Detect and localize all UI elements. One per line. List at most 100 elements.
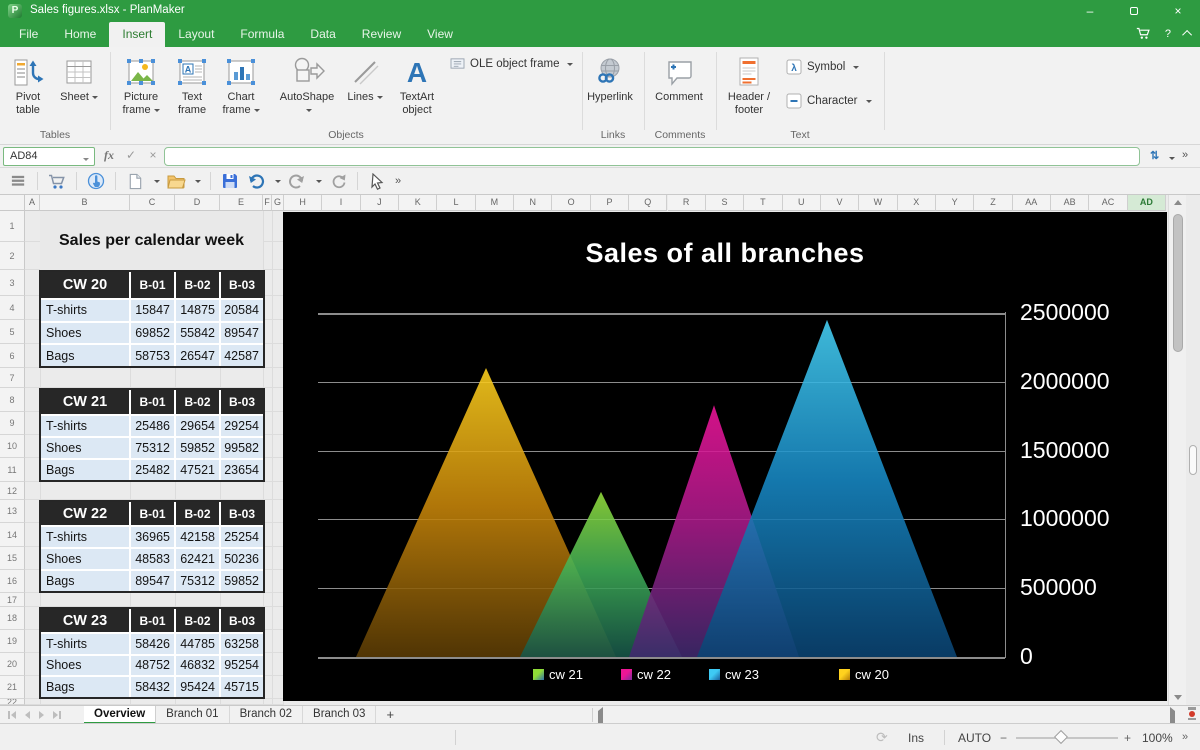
insert-mode-indicator[interactable]: Ins <box>908 731 924 745</box>
table-branch-header[interactable]: B-02 <box>176 609 219 632</box>
row-header-16[interactable]: 16 <box>0 570 25 593</box>
row-header-1[interactable]: 1 <box>0 211 25 242</box>
column-header-V[interactable]: V <box>821 195 859 211</box>
column-header-Q[interactable]: Q <box>629 195 667 211</box>
first-sheet-icon[interactable] <box>8 711 16 719</box>
table-row-label[interactable]: Shoes <box>41 323 129 344</box>
table-cell-value[interactable]: 58426 <box>131 634 174 654</box>
column-header-D[interactable]: D <box>175 195 220 211</box>
sheet-tab-overview[interactable]: Overview <box>84 706 156 724</box>
symbol-button[interactable]: λ Symbol <box>786 59 859 75</box>
column-header-I[interactable]: I <box>322 195 360 211</box>
column-header-S[interactable]: S <box>706 195 744 211</box>
row-header-17[interactable]: 17 <box>0 593 25 607</box>
dropdown-arrow-icon[interactable] <box>154 180 160 186</box>
character-button[interactable]: Character <box>786 93 872 109</box>
previous-sheet-icon[interactable] <box>25 711 30 719</box>
column-header-AD[interactable]: AD <box>1128 195 1166 211</box>
row-header-13[interactable]: 13 <box>0 500 25 523</box>
save-icon[interactable] <box>220 171 240 191</box>
table-week-header[interactable]: CW 22 <box>41 502 129 525</box>
table-cell-value[interactable]: 15847 <box>131 300 174 321</box>
table-row-label[interactable]: Shoes <box>41 438 129 458</box>
close-button[interactable]: × <box>1156 0 1200 22</box>
zoom-out-button[interactable]: − <box>1000 731 1007 745</box>
menu-tab-insert[interactable]: Insert <box>109 22 165 47</box>
table-week-header[interactable]: CW 20 <box>41 272 129 298</box>
table-row-label[interactable]: Bags <box>41 677 129 697</box>
table-cell-value[interactable]: 63258 <box>221 634 263 654</box>
table-cell-value[interactable]: 25254 <box>221 527 263 547</box>
sheet-button[interactable]: Sheet <box>56 53 102 104</box>
row-header-4[interactable]: 4 <box>0 296 25 320</box>
cancel-entry-icon[interactable]: × <box>144 148 162 162</box>
maximize-button[interactable] <box>1112 0 1156 22</box>
column-header-U[interactable]: U <box>783 195 821 211</box>
sheet-title-cell[interactable]: Sales per calendar week <box>40 211 263 270</box>
column-header-G[interactable]: G <box>272 195 284 211</box>
sheet-tab-branch-02[interactable]: Branch 02 <box>230 706 303 724</box>
table-cell-value[interactable]: 47521 <box>176 460 219 480</box>
scroll-up-icon[interactable] <box>1174 200 1182 205</box>
column-header-AB[interactable]: AB <box>1051 195 1089 211</box>
table-row-label[interactable]: Bags <box>41 571 129 591</box>
table-cell-value[interactable]: 75312 <box>176 571 219 591</box>
pivot-table-button[interactable]: Pivot table <box>5 53 51 117</box>
select-all-corner[interactable] <box>0 195 25 211</box>
cart-icon[interactable] <box>47 171 67 191</box>
sheet-tab-branch-03[interactable]: Branch 03 <box>303 706 376 724</box>
sheet-tab-branch-01[interactable]: Branch 01 <box>156 706 229 724</box>
row-header-6[interactable]: 6 <box>0 344 25 368</box>
row-header-7[interactable]: 7 <box>0 368 25 388</box>
pointer-icon[interactable] <box>367 171 387 191</box>
expand-formula-bar-icon[interactable]: ⇅ <box>1150 149 1159 162</box>
table-cell-value[interactable]: 36965 <box>131 527 174 547</box>
legend-item-cw-21[interactable]: cw 21 <box>533 667 583 682</box>
column-header-C[interactable]: C <box>130 195 175 211</box>
zoom-slider-handle[interactable] <box>1054 730 1068 744</box>
table-cell-value[interactable]: 89547 <box>131 571 174 591</box>
table-week-header[interactable]: CW 23 <box>41 609 129 632</box>
confirm-entry-icon[interactable]: ✓ <box>122 148 140 162</box>
split-window-handle[interactable] <box>1189 445 1197 475</box>
row-header-15[interactable]: 15 <box>0 547 25 570</box>
statusbar-more-icon[interactable]: » <box>1182 731 1188 743</box>
horizontal-scrollbar[interactable] <box>604 706 1164 724</box>
menu-tab-file[interactable]: File <box>6 22 51 45</box>
minimize-button[interactable]: – <box>1068 0 1112 22</box>
table-row-label[interactable]: Bags <box>41 460 129 480</box>
column-header-X[interactable]: X <box>898 195 936 211</box>
column-header-Y[interactable]: Y <box>936 195 974 211</box>
table-row-label[interactable]: Shoes <box>41 549 129 569</box>
column-header-Z[interactable]: Z <box>974 195 1012 211</box>
legend-item-cw-23[interactable]: cw 23 <box>709 667 759 682</box>
menu-tab-data[interactable]: Data <box>297 22 348 45</box>
table-cell-value[interactable]: 25482 <box>131 460 174 480</box>
legend-item-cw-20[interactable]: cw 20 <box>839 667 889 682</box>
table-branch-header[interactable]: B-03 <box>221 609 263 632</box>
table-branch-header[interactable]: B-01 <box>131 272 174 298</box>
table-branch-header[interactable]: B-01 <box>131 390 174 414</box>
table-cell-value[interactable]: 55842 <box>176 323 219 344</box>
table-cell-value[interactable]: 62421 <box>176 549 219 569</box>
dropdown-arrow-icon[interactable] <box>195 180 201 186</box>
toolbar-more-icon[interactable]: » <box>395 175 401 187</box>
insert-function-button[interactable]: fx <box>100 148 118 163</box>
menu-tab-home[interactable]: Home <box>51 22 109 45</box>
menu-tab-formula[interactable]: Formula <box>227 22 297 45</box>
row-header-21[interactable]: 21 <box>0 676 25 699</box>
row-header-20[interactable]: 20 <box>0 653 25 676</box>
dropdown-arrow-icon[interactable] <box>316 180 322 186</box>
row-header-9[interactable]: 9 <box>0 412 25 435</box>
menu-tab-review[interactable]: Review <box>349 22 414 45</box>
table-row-label[interactable]: T-shirts <box>41 416 129 436</box>
header-footer-button[interactable]: Header / footer <box>720 53 778 117</box>
row-header-14[interactable]: 14 <box>0 523 25 547</box>
column-header-AC[interactable]: AC <box>1089 195 1127 211</box>
chart-frame-button[interactable]: Chart frame <box>216 53 266 117</box>
row-header-19[interactable]: 19 <box>0 630 25 653</box>
table-cell-value[interactable]: 23654 <box>221 460 263 480</box>
repeat-icon[interactable] <box>328 171 348 191</box>
collapse-ribbon-icon[interactable] <box>1182 30 1192 40</box>
row-header-12[interactable]: 12 <box>0 482 25 500</box>
